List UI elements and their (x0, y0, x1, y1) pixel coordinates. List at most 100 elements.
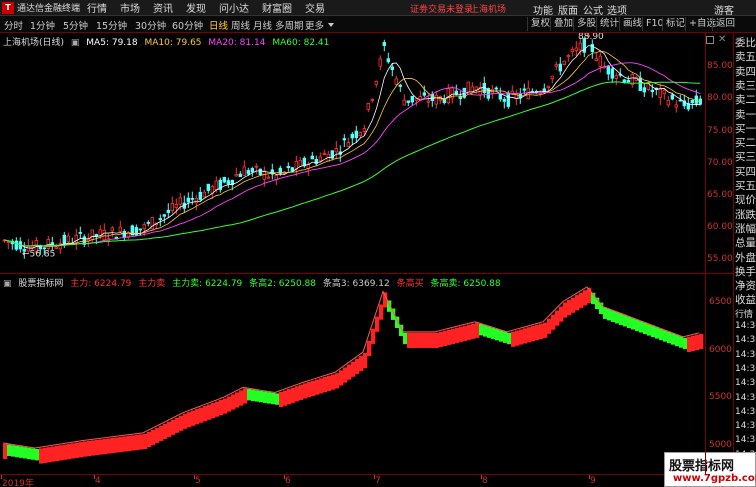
indicator-bar (195, 409, 200, 425)
side-panel-item[interactable]: 换手 (735, 264, 756, 279)
candle-body (90, 229, 94, 241)
menu-item-market[interactable]: 市场 (120, 0, 140, 15)
side-panel-item[interactable]: 卖一 (735, 107, 756, 122)
candle-body (222, 177, 226, 183)
candle-body (178, 197, 182, 205)
side-panel-item[interactable]: 14:30 (735, 421, 756, 431)
side-panel-item[interactable]: 涨跌 (735, 207, 756, 222)
indicator-chart[interactable] (0, 274, 705, 474)
side-panel-item[interactable]: 委比 (735, 35, 756, 50)
side-panel-item[interactable]: 卖二 (735, 92, 756, 107)
side-panel-item[interactable]: 14:30 (735, 393, 756, 403)
candle-body (546, 85, 550, 88)
side-panel-item[interactable]: 买三 (735, 149, 756, 164)
indicator-bar (271, 392, 276, 405)
indicator-bar (579, 292, 584, 308)
indicator-bar (547, 318, 552, 334)
period-30min[interactable]: 30分钟 (135, 18, 166, 32)
indicator-bar (315, 379, 320, 395)
indicator-bar (91, 440, 96, 456)
date-tick-label: 8 (482, 476, 488, 486)
side-panel-item[interactable]: 买四 (735, 164, 756, 179)
menu-item-trade[interactable]: 交易 (305, 0, 325, 15)
period-60min[interactable]: 60分钟 (172, 18, 203, 32)
ma-legend-ma20: MA20: 81.14 (208, 38, 266, 48)
menu-layout[interactable]: 版面 (558, 2, 578, 17)
quote-side-panel[interactable]: 委比 卖五 卖四 卖三 卖二 卖一 买一 买二 买三 买四 买五 现价 涨跌 涨幅 总量 外盘 换手 净资 收益 行情… (733, 33, 756, 487)
watermark-url: www.7gpzb.com (673, 473, 756, 484)
period-1min[interactable]: 1分钟 (30, 18, 55, 32)
menu-formula[interactable]: 公式 (583, 2, 603, 17)
candle-body (266, 176, 270, 179)
side-panel-item[interactable]: 14:30 (735, 321, 756, 331)
menu-item-news[interactable]: 资讯 (153, 0, 173, 15)
indicator-bar (567, 300, 572, 316)
indicator-bar (11, 445, 16, 457)
side-panel-item[interactable]: 买一 (735, 121, 756, 136)
candle-body (138, 228, 142, 231)
side-panel-item[interactable]: 14:30 (735, 407, 756, 417)
menu-item-wealth[interactable]: 财富圈 (262, 0, 292, 15)
login-status[interactable]: 证劵交易未登录 (410, 2, 473, 15)
candle-body (394, 78, 398, 85)
side-panel-item[interactable]: 外盘 (735, 250, 756, 265)
indicator-bar (167, 421, 172, 437)
ma20-line (4, 62, 701, 247)
side-panel-item[interactable]: 总量 (735, 235, 756, 250)
candlestick-chart[interactable]: 88.90 ←56.85 (0, 33, 705, 273)
menu-bar: T 通达信金融终端 行情 市场 资讯 发现 问小达 财富圈 交易 证劵交易未登录… (0, 0, 756, 17)
btn-back[interactable]: 返回 (712, 17, 738, 31)
side-panel-item[interactable]: 卖三 (735, 78, 756, 93)
menu-item-quotes[interactable]: 行情 (87, 0, 107, 15)
candle-body (194, 197, 198, 204)
side-panel-item[interactable]: 买二 (735, 135, 756, 150)
indicator-bar (603, 307, 608, 319)
candle-body (66, 235, 70, 243)
menu-function[interactable]: 功能 (533, 2, 553, 17)
indicator-bar (475, 322, 480, 338)
side-panel-item[interactable]: 现价 (735, 192, 756, 207)
side-panel-item[interactable]: 收益 (735, 292, 756, 307)
candle-body (298, 160, 302, 167)
period-daily[interactable]: 日线 (209, 18, 228, 32)
candle-body (366, 103, 370, 110)
indicator-bar (179, 415, 184, 431)
panel-close-icon[interactable]: ✕ (718, 34, 726, 45)
menu-item-ask[interactable]: 问小达 (219, 0, 249, 15)
indicator-bar (351, 361, 356, 377)
period-15min[interactable]: 15分钟 (96, 18, 127, 32)
side-panel-item[interactable]: 14:30 (735, 435, 756, 445)
period-monthly[interactable]: 月线 (253, 18, 272, 32)
price-tick-label: 75.00 (707, 125, 733, 136)
side-panel-item[interactable]: 卖五 (735, 49, 756, 64)
period-intraday[interactable]: 分时 (4, 18, 23, 32)
side-panel-item[interactable]: 14:30 (735, 335, 756, 345)
side-panel-item[interactable]: 涨幅 (735, 221, 756, 236)
period-multi[interactable]: 多周期 (275, 18, 304, 32)
period-weekly[interactable]: 周线 (231, 18, 250, 32)
candle-body (638, 77, 642, 91)
indicator-bar (67, 443, 72, 460)
menu-item-discover[interactable]: 发现 (186, 0, 206, 15)
side-panel-item[interactable]: 买五 (735, 178, 756, 193)
side-panel-item[interactable]: 14:30 (735, 364, 756, 374)
indicator-bar (207, 404, 212, 420)
ind-legend-0: 主力: 6224.79 (70, 279, 132, 289)
period-5min[interactable]: 5分钟 (63, 18, 88, 32)
side-panel-item[interactable]: 14:30 (735, 350, 756, 360)
period-more[interactable]: 更多 (305, 18, 324, 32)
indicator-bar (331, 374, 336, 390)
price-tick-label: 65.00 (707, 189, 733, 200)
panel-collapse-icon[interactable] (706, 36, 714, 44)
indicator-bar (319, 378, 324, 394)
side-panel-item[interactable]: 卖四 (735, 64, 756, 79)
side-panel-item[interactable]: 14:30 (735, 378, 756, 388)
candle-body (506, 92, 510, 107)
candle-body (318, 156, 322, 162)
side-panel-item[interactable]: 净资 (735, 278, 756, 293)
indicator-bar (63, 444, 68, 460)
menu-options[interactable]: 选项 (607, 2, 627, 17)
chevron-down-icon[interactable] (328, 23, 334, 27)
guest-user[interactable]: 游客 (714, 2, 734, 17)
side-panel-item[interactable]: 行情 (735, 307, 756, 320)
